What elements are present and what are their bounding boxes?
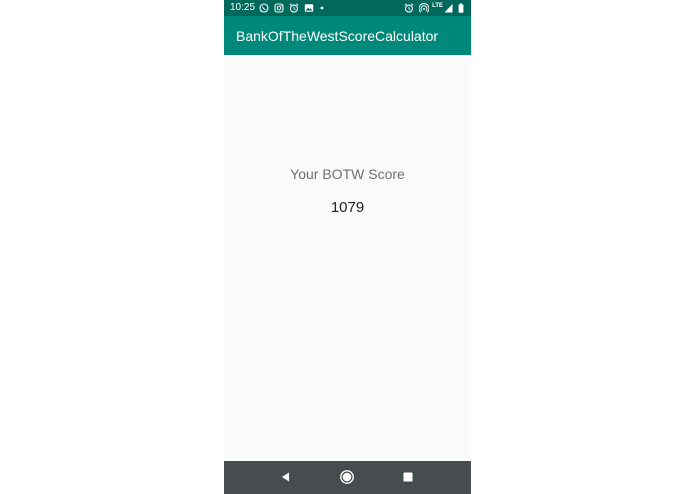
battery-icon xyxy=(458,3,464,13)
score-value: 1079 xyxy=(330,199,365,216)
home-icon[interactable] xyxy=(339,469,355,485)
hotspot-icon xyxy=(419,3,430,13)
status-notification-icons xyxy=(259,3,330,13)
alarm-icon xyxy=(289,3,299,13)
gallery-icon xyxy=(304,4,314,12)
instagram-icon xyxy=(274,3,284,13)
main-content: Your BOTW Score 1079 xyxy=(224,55,471,461)
status-time: 10:25 xyxy=(230,2,256,13)
alarm-icon xyxy=(404,3,414,13)
network-type-label: LTE xyxy=(432,3,443,9)
recents-icon[interactable] xyxy=(400,469,416,485)
dot-icon xyxy=(320,6,324,10)
status-bar: 10:25 LTE xyxy=(224,0,471,16)
app-bar: BankOfTheWestScoreCalculator xyxy=(224,16,471,55)
signal-icon xyxy=(444,4,453,13)
phone-screen: 10:25 LTE BankOfTheWestScoreCalculator Y… xyxy=(224,0,471,494)
whatsapp-icon xyxy=(259,3,269,13)
status-system-icons: LTE xyxy=(399,3,464,13)
app-title: BankOfTheWestScoreCalculator xyxy=(236,28,439,44)
back-icon[interactable] xyxy=(278,469,294,485)
navigation-bar xyxy=(224,461,471,494)
score-label: Your BOTW Score xyxy=(290,166,405,182)
